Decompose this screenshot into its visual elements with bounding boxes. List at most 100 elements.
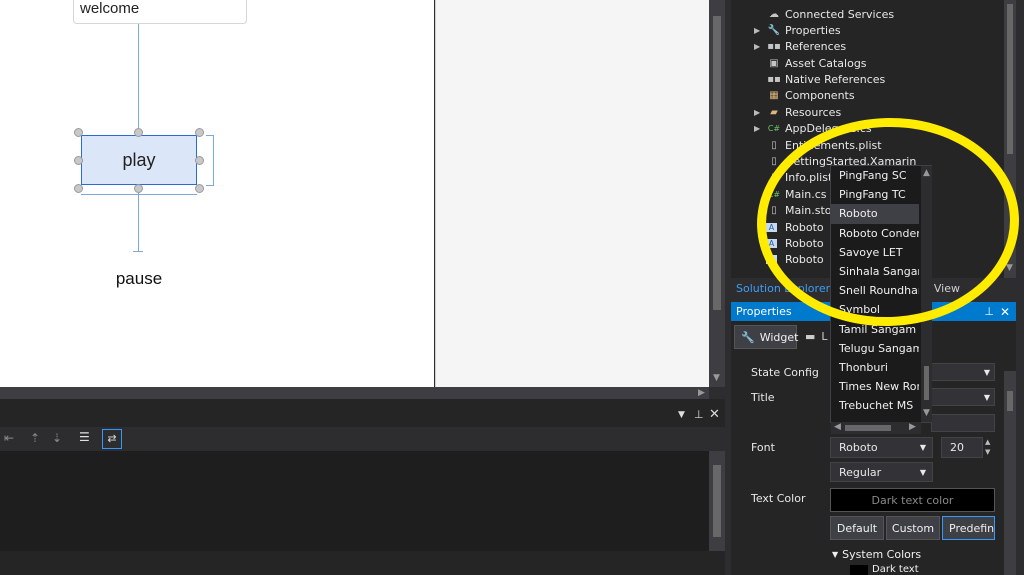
solution-explorer-scrollbar[interactable]: ▼ bbox=[1004, 0, 1016, 278]
scroll-down-arrow-icon[interactable]: ▼ bbox=[923, 409, 930, 418]
tree-item[interactable]: ▶ C# AppDelegate.cs bbox=[754, 121, 1004, 137]
title-select[interactable]: ▼ bbox=[931, 388, 995, 406]
tree-item[interactable]: ▶ ▪▪ References bbox=[754, 39, 1004, 55]
canvas-vscroll-thumb[interactable] bbox=[713, 16, 721, 310]
font-option[interactable]: Sinhala Sangam MN bbox=[831, 262, 919, 281]
word-wrap-icon[interactable]: ⇄ bbox=[102, 429, 122, 449]
font-option[interactable]: Snell Roundhand bbox=[831, 281, 919, 300]
scroll-left-arrow-icon[interactable]: ◀ bbox=[834, 423, 841, 432]
color-mode-custom[interactable]: Custom bbox=[886, 516, 940, 540]
pin-icon[interactable]: ⊥ bbox=[984, 305, 994, 318]
font-option[interactable]: Roboto Condensed bbox=[831, 224, 919, 243]
scroll-down-arrow-icon[interactable]: ▼ bbox=[713, 374, 720, 383]
output-vscroll-thumb[interactable] bbox=[713, 465, 721, 537]
chevron-down-icon: ▼ bbox=[832, 550, 839, 559]
properties-vscroll-thumb[interactable] bbox=[1007, 391, 1013, 411]
font-option[interactable]: Telugu Sangam MN bbox=[831, 339, 919, 358]
font-option[interactable]: PingFang SC bbox=[831, 166, 919, 185]
resize-handle-r[interactable] bbox=[195, 156, 204, 165]
resize-handle-bl[interactable] bbox=[74, 184, 83, 193]
color-mode-default[interactable]: Default bbox=[830, 516, 884, 540]
catalog-icon: ▣ bbox=[769, 57, 779, 69]
canvas-vertical-scrollbar[interactable]: ▼ bbox=[709, 0, 725, 387]
outdent-icon[interactable]: ⇤ bbox=[4, 431, 14, 445]
dark-text-swatch[interactable] bbox=[850, 565, 868, 575]
panel-dropdown-icon[interactable]: ▼ bbox=[678, 410, 685, 420]
text-color-swatch[interactable]: Dark text color bbox=[830, 488, 995, 512]
file-icon: ▯ bbox=[771, 172, 777, 184]
font-dropdown-hthumb[interactable] bbox=[845, 425, 891, 431]
canvas-horizontal-scrollbar[interactable]: ▶ bbox=[0, 387, 709, 399]
scroll-up-arrow-icon[interactable]: ▲ bbox=[923, 169, 930, 178]
font-option[interactable]: Trebuchet MS bbox=[831, 396, 919, 415]
close-properties-icon[interactable]: ✕ bbox=[1000, 305, 1010, 319]
design-canvas[interactable] bbox=[0, 0, 434, 387]
font-option[interactable]: Tamil Sangam MN bbox=[831, 320, 919, 339]
play-button[interactable]: play bbox=[81, 135, 197, 185]
font-option[interactable]: Savoye LET bbox=[831, 243, 919, 262]
font-size-input[interactable]: 20 bbox=[941, 437, 983, 458]
tree-item[interactable]: ▣ Asset Catalogs bbox=[754, 55, 1004, 71]
color-mode-predefined[interactable]: Predefined bbox=[942, 516, 995, 540]
expand-caret-icon[interactable]: ▶ bbox=[754, 108, 766, 117]
font-option[interactable]: Roboto bbox=[831, 204, 919, 224]
tab-solution-explorer[interactable]: Solution Explorer bbox=[736, 282, 830, 295]
scroll-right-arrow-icon[interactable]: ▶ bbox=[909, 423, 916, 432]
font-option[interactable]: Times New Roman bbox=[831, 377, 919, 396]
font-file-icon: A bbox=[766, 255, 777, 265]
font-dropdown-scrollbar[interactable]: ▲ ▼ bbox=[921, 166, 932, 422]
move-down-icon[interactable]: ⇣ bbox=[52, 431, 62, 445]
wrench-icon: 🔧 bbox=[741, 330, 755, 344]
tree-item[interactable]: ▶ 🔧 Properties bbox=[754, 22, 1004, 38]
expand-caret-icon[interactable]: ▶ bbox=[754, 26, 766, 35]
font-dropdown-thumb[interactable] bbox=[924, 366, 929, 400]
font-size-stepper[interactable]: ▲ ▼ bbox=[985, 437, 995, 458]
output-content[interactable] bbox=[0, 451, 709, 551]
tree-item-label: Entitlements.plist bbox=[785, 138, 882, 152]
tree-item[interactable]: ▶ ▰ Resources bbox=[754, 104, 1004, 120]
resize-handle-t[interactable] bbox=[134, 128, 143, 137]
welcome-label[interactable]: welcome bbox=[73, 0, 247, 24]
font-dropdown-hscroll[interactable]: ◀ ▶ bbox=[831, 422, 921, 434]
font-dropdown-list[interactable]: PingFang SC PingFang TC Roboto Roboto Conde… bbox=[830, 165, 932, 434]
tree-item[interactable]: ▯ Entitlements.plist bbox=[754, 137, 1004, 153]
scroll-down-arrow-icon[interactable]: ▼ bbox=[1006, 264, 1013, 273]
tree-item[interactable]: ☁ Connected Services bbox=[754, 6, 1004, 22]
dark-text-label[interactable]: Dark text bbox=[872, 564, 919, 575]
tree-item[interactable]: ▦ Components bbox=[754, 88, 1004, 104]
tree-item[interactable]: ▪▪ Native References bbox=[754, 72, 1004, 88]
resize-handle-l[interactable] bbox=[74, 156, 83, 165]
state-config-select[interactable]: ▼ bbox=[931, 363, 995, 381]
pause-label[interactable]: pause bbox=[99, 269, 179, 289]
scroll-right-arrow-icon[interactable]: ▶ bbox=[698, 389, 705, 398]
resize-handle-tl[interactable] bbox=[74, 128, 83, 137]
tab-layout[interactable]: ▬ L bbox=[805, 330, 828, 343]
clear-all-icon[interactable]: ☰ bbox=[79, 430, 90, 444]
file-icon: ▯ bbox=[771, 205, 777, 217]
wrench-icon: 🔧 bbox=[767, 24, 781, 36]
properties-scrollbar[interactable] bbox=[1004, 371, 1016, 575]
font-select[interactable]: Roboto ▼ bbox=[830, 437, 933, 458]
tab-widget[interactable]: 🔧 Widget bbox=[734, 325, 799, 349]
resize-handle-br[interactable] bbox=[195, 184, 204, 193]
font-option[interactable]: PingFang TC bbox=[831, 185, 919, 204]
tab-view[interactable]: View bbox=[934, 282, 960, 295]
font-style-select[interactable]: Regular ▼ bbox=[830, 462, 933, 482]
move-up-icon[interactable]: ⇡ bbox=[30, 431, 40, 445]
resize-handle-tr[interactable] bbox=[195, 128, 204, 137]
tab-widget-label: Widget bbox=[759, 330, 799, 344]
expand-caret-icon[interactable]: ▶ bbox=[754, 42, 766, 51]
close-panel-icon[interactable]: ✕ bbox=[709, 407, 720, 422]
system-colors-group[interactable]: ▼ System Colors bbox=[832, 548, 921, 561]
font-option[interactable]: Thonburi bbox=[831, 358, 919, 377]
font-size-value: 20 bbox=[950, 441, 964, 454]
font-option[interactable]: Symbol bbox=[831, 300, 919, 319]
solution-vscroll-thumb[interactable] bbox=[1007, 4, 1013, 154]
resize-handle-b[interactable] bbox=[134, 184, 143, 193]
expand-caret-icon[interactable]: ▶ bbox=[754, 124, 766, 133]
system-colors-label: System Colors bbox=[842, 548, 922, 561]
output-vertical-scrollbar[interactable] bbox=[709, 451, 725, 551]
pin-icon[interactable]: ⊥ bbox=[694, 408, 704, 421]
title-input[interactable] bbox=[931, 414, 995, 432]
design-canvas-margin bbox=[435, 0, 709, 387]
